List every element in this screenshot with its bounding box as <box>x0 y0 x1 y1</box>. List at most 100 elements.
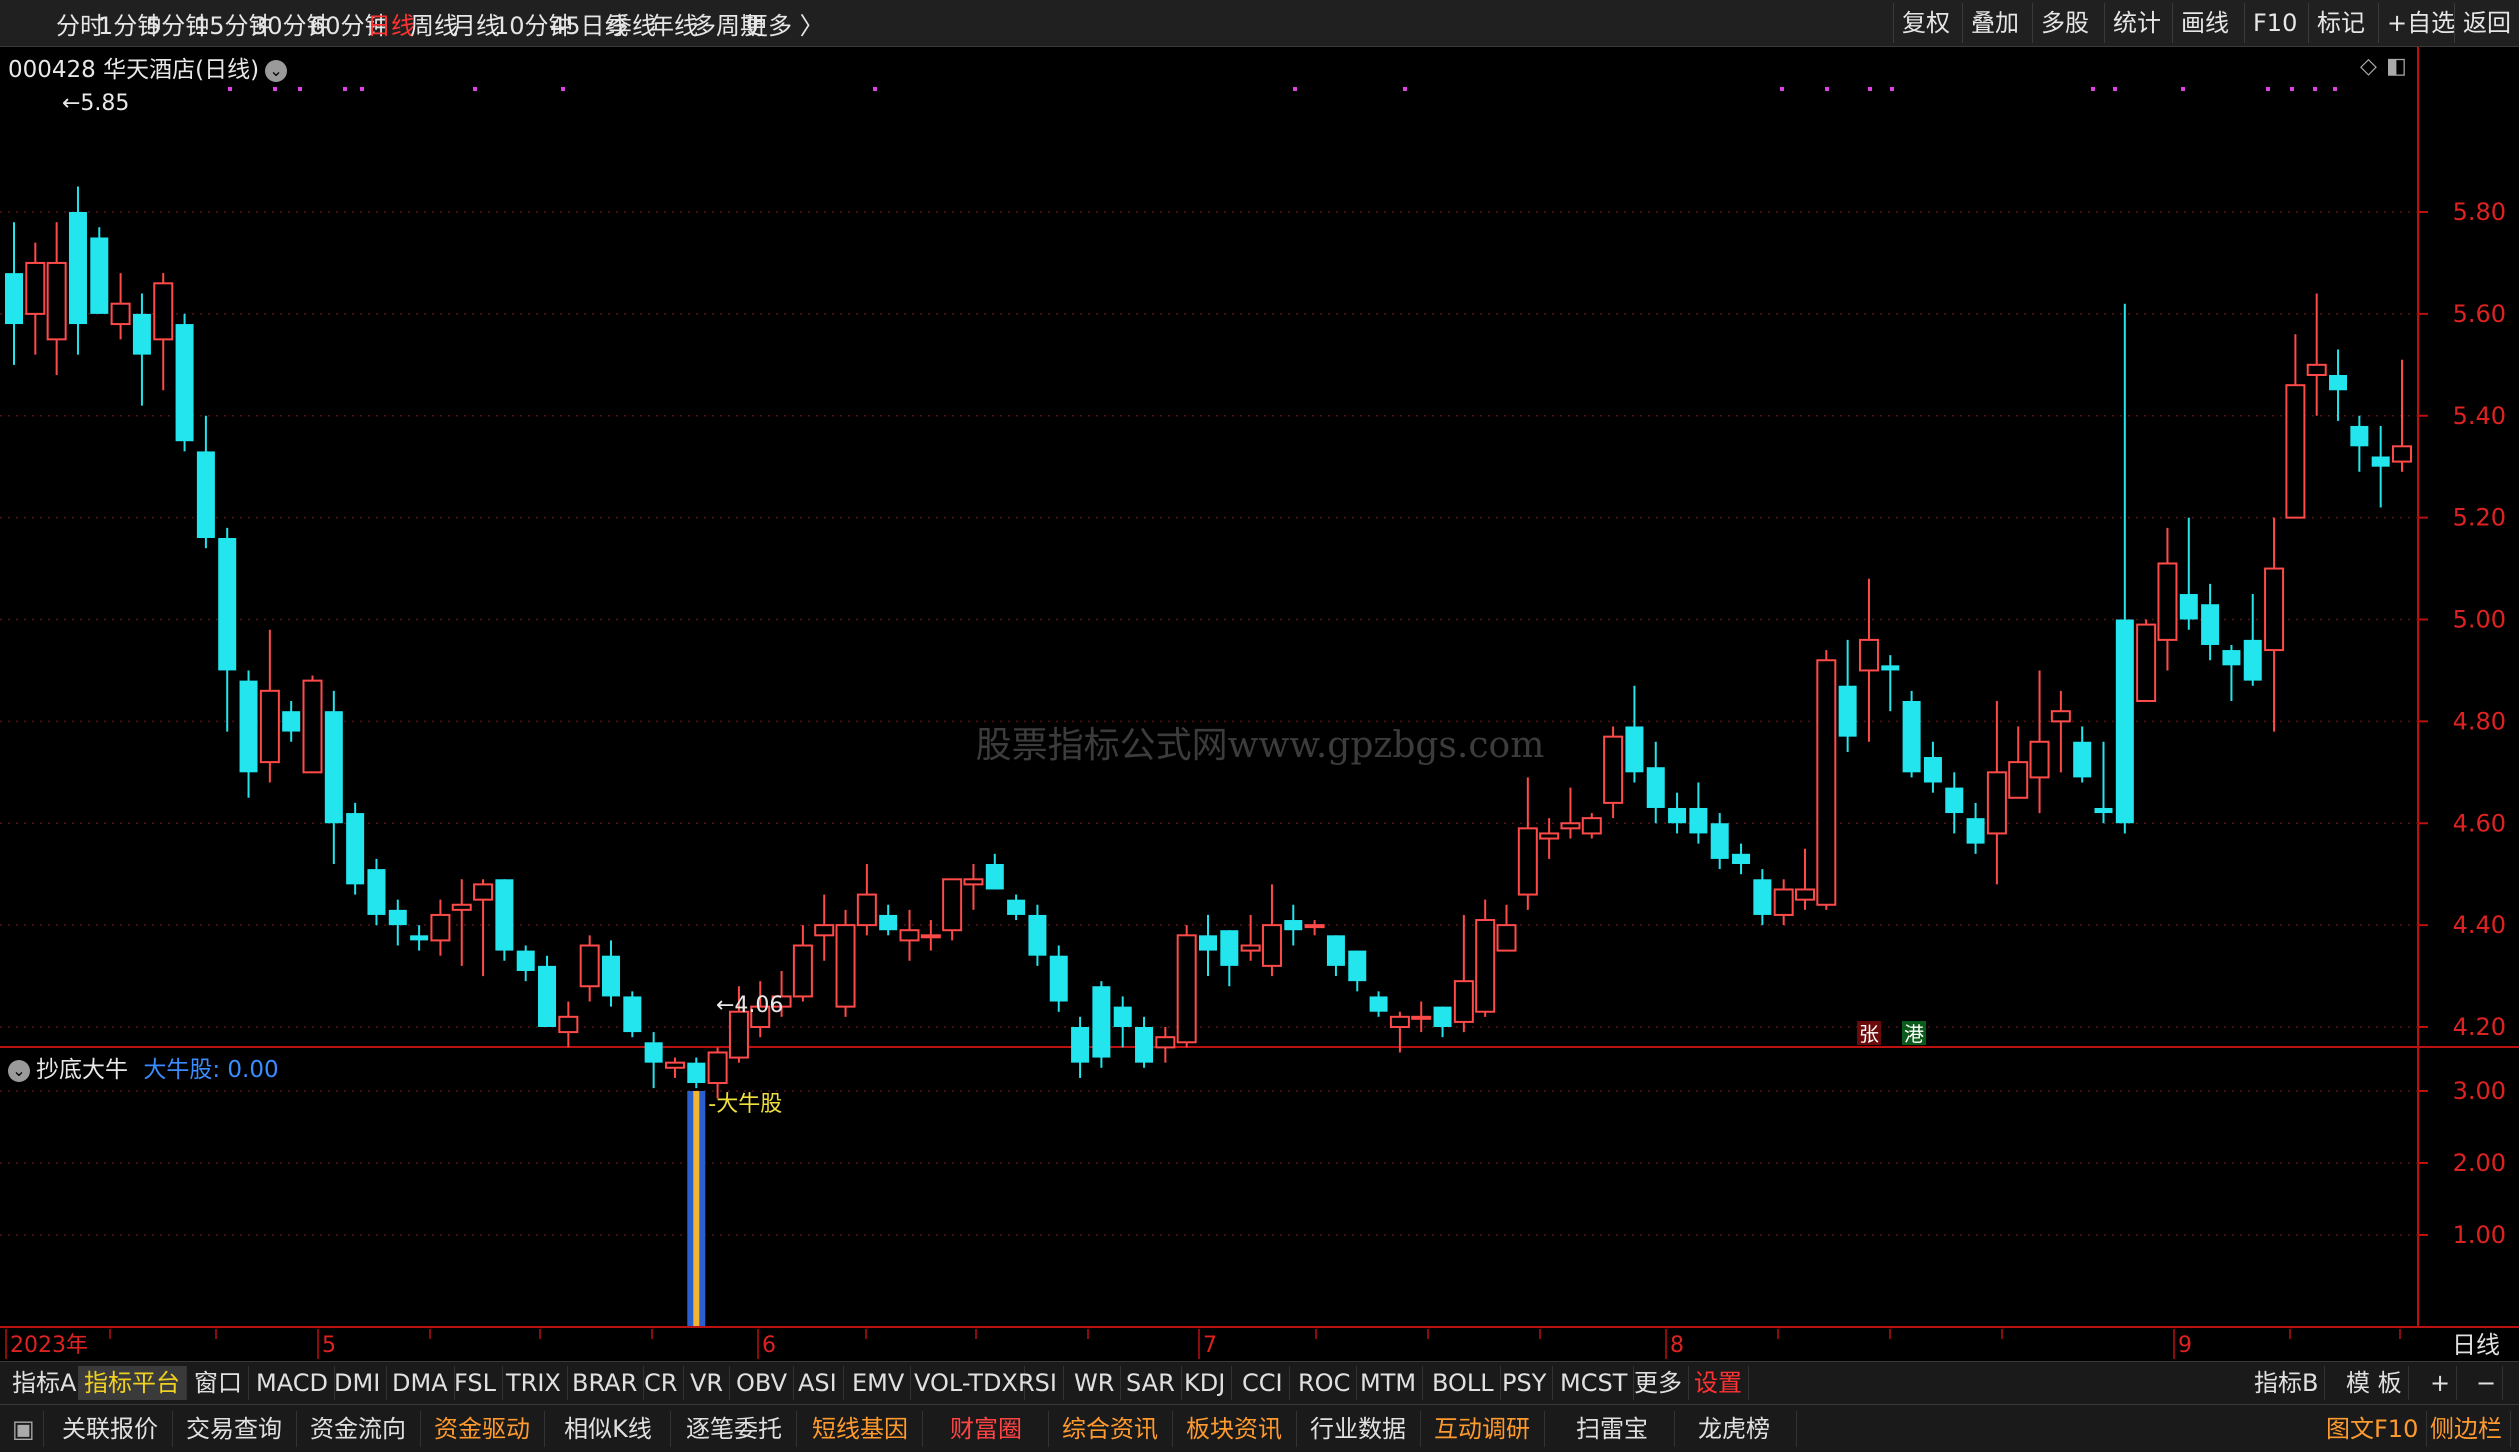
indicator-tab[interactable]: CCI <box>1236 1366 1290 1400</box>
indicator-tab[interactable]: BRAR <box>566 1366 645 1400</box>
period-tab[interactable]: 更多 〉 <box>744 6 824 41</box>
function-right-button[interactable]: 图文F10 <box>2318 1411 2428 1447</box>
indicator-bar-button[interactable]: 模 板 <box>2340 1366 2409 1400</box>
indicator-tab[interactable]: DMA <box>386 1366 455 1400</box>
candle-body-up <box>1240 944 1261 952</box>
period-tab[interactable]: 日线 <box>367 6 415 41</box>
time-label: 9 <box>2178 1333 2192 1358</box>
period-tab[interactable]: 年线 <box>650 6 698 41</box>
time-label: 5 <box>322 1333 336 1358</box>
indicator-bar-button[interactable]: + <box>2424 1366 2458 1400</box>
indicator-tab[interactable]: 指标平台 <box>78 1366 187 1400</box>
toolbar-button[interactable]: 复权 <box>1893 3 1958 43</box>
signal-dot <box>273 87 277 91</box>
candle-body-up <box>1539 832 1560 840</box>
signal-bar-core <box>693 1091 700 1326</box>
function-button[interactable]: 资金流向 <box>296 1411 421 1447</box>
signal-dot <box>873 87 877 91</box>
period-tab[interactable]: 季线 <box>608 6 656 41</box>
y-tick-label: 5.60 <box>2453 300 2506 328</box>
toolbar-button[interactable]: 画线 <box>2172 3 2237 43</box>
indicator-tab[interactable]: 更多 <box>1628 1366 1689 1400</box>
candle-body-down <box>1028 914 1047 956</box>
function-button[interactable]: 资金驱动 <box>420 1411 545 1447</box>
indicator-bar: 指标A 指标平台 窗口 MACD DMI DMA FSL TRIX BRAR CR VR OBV ASI… <box>0 1361 2519 1404</box>
time-label: 8 <box>1670 1333 1684 1358</box>
candle-body-up <box>1986 771 2007 835</box>
candlestick-chart[interactable]: 5.80 5.60 5.40 5.20 5.00 4.80 4.60 4.40 4.20 股票指标… <box>0 47 2519 1361</box>
function-button[interactable]: 板块资讯 <box>1172 1411 1297 1447</box>
candle-body-down <box>1326 935 1345 966</box>
indicator-tab[interactable]: ASI <box>792 1366 844 1400</box>
function-button[interactable]: 交易查询 <box>172 1411 297 1447</box>
toolbar-button[interactable]: F10 <box>2244 3 2305 43</box>
function-button[interactable]: 互动调研 <box>1420 1411 1545 1447</box>
panel-toggle-icon[interactable]: ◧ <box>2386 54 2407 79</box>
candle-body-down <box>1689 807 1708 834</box>
function-button[interactable]: 短线基因 <box>798 1411 923 1447</box>
period-tab[interactable]: 分时 <box>56 6 104 41</box>
menu-icon[interactable]: ▣ <box>4 1411 44 1447</box>
indicator-tab[interactable]: SAR <box>1120 1366 1182 1400</box>
indicator-tab[interactable]: MACD <box>250 1366 335 1400</box>
indicator-bar-button[interactable]: − <box>2470 1366 2504 1400</box>
gang-badge[interactable]: 港 <box>1904 1022 1924 1046</box>
toolbar-button[interactable]: 叠加 <box>1962 3 2027 43</box>
indicator-tab[interactable]: TRIX <box>500 1366 568 1400</box>
toolbar-button[interactable]: +自选 <box>2378 3 2463 43</box>
function-button[interactable]: 逐笔委托 <box>672 1411 797 1447</box>
period-tab[interactable]: 周线 <box>410 6 458 41</box>
signal-dot <box>561 87 565 91</box>
period-tab[interactable]: 月线 <box>452 6 500 41</box>
indicator-tab[interactable]: RSI <box>1012 1366 1064 1400</box>
indicator-tab[interactable]: MTM <box>1354 1366 1424 1400</box>
candle-body-down <box>196 451 215 538</box>
toolbar-button[interactable]: 多股 <box>2032 3 2097 43</box>
indicator-tab[interactable]: PSY <box>1496 1366 1554 1400</box>
indicator-tab[interactable]: EMV <box>846 1366 912 1400</box>
indicator-tab[interactable]: KDJ <box>1178 1366 1233 1400</box>
indicator-tab[interactable]: MCST <box>1554 1366 1635 1400</box>
function-button[interactable]: 行业数据 <box>1296 1411 1421 1447</box>
function-button[interactable]: 关联报价 <box>48 1411 173 1447</box>
indicator-bar-button[interactable]: 指标B <box>2248 1366 2326 1400</box>
candle-body-up <box>728 1010 749 1059</box>
candle-body-down <box>2350 425 2369 447</box>
candle-body-down <box>1433 1006 1452 1027</box>
indicator-tab[interactable]: 指标A <box>6 1366 84 1400</box>
zhang-badge[interactable]: 张 <box>1859 1022 1879 1046</box>
toolbar-button[interactable]: 统计 <box>2104 3 2169 43</box>
candle-body-down <box>2329 375 2348 391</box>
time-label: 2023年 <box>10 1333 88 1358</box>
chart-area[interactable]: 5.80 5.60 5.40 5.20 5.00 4.80 4.60 4.40 4.20 股票指标… <box>0 47 2519 1361</box>
indicator-tab[interactable]: VR <box>684 1366 731 1400</box>
indicator-tab[interactable]: CR <box>638 1366 685 1400</box>
function-right-button[interactable]: 侧边栏 <box>2422 1411 2511 1447</box>
toolbar-button[interactable]: 标记 <box>2308 3 2373 43</box>
indicator-tab[interactable]: BOLL <box>1426 1366 1501 1400</box>
diamond-icon[interactable]: ◇ <box>2360 54 2377 79</box>
function-button[interactable]: 财富圈 <box>924 1411 1049 1447</box>
indicator-tab[interactable]: OBV <box>730 1366 795 1400</box>
indicator-tab[interactable]: ROC <box>1292 1366 1358 1400</box>
indicator-tab[interactable]: 窗口 <box>188 1366 249 1400</box>
y-tick-label: 5.20 <box>2453 504 2506 532</box>
candle-body-down <box>1113 1006 1132 1027</box>
candle-body-up <box>46 261 67 341</box>
toolbar-button[interactable]: 返回 <box>2454 3 2519 43</box>
function-button[interactable]: 龙虎榜 <box>1672 1411 1797 1447</box>
indicator-tab[interactable]: 设置 <box>1688 1366 1749 1400</box>
period-label: 日线 <box>2452 1331 2500 1359</box>
indicator-tab[interactable]: FSL <box>448 1366 503 1400</box>
candle-body-up <box>2008 761 2029 799</box>
indicator-tab[interactable]: VOL-TDX <box>908 1366 1025 1400</box>
y-tick-label: 4.20 <box>2453 1013 2506 1041</box>
function-button[interactable]: 综合资讯 <box>1048 1411 1173 1447</box>
function-button[interactable]: 扫雷宝 <box>1550 1411 1675 1447</box>
candle-body-down <box>1838 685 1857 737</box>
indicator-tab[interactable]: WR <box>1068 1366 1122 1400</box>
function-button[interactable]: 相似K线 <box>546 1411 671 1447</box>
indicator-tab[interactable]: DMI <box>328 1366 388 1400</box>
y-tick-label: 4.40 <box>2453 911 2506 939</box>
candle-body-up <box>899 929 920 942</box>
